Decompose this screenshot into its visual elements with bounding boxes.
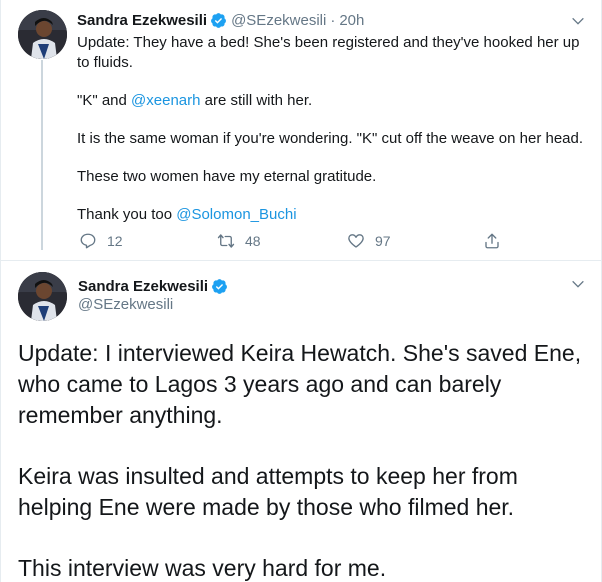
tweet-line: Update: They have a bed! She's been regi… — [77, 34, 580, 71]
author-handle[interactable]: @SEzekwesili — [78, 296, 173, 313]
mention-link[interactable]: @Solomon_Buchi — [176, 206, 296, 223]
separator-dot: · — [330, 11, 336, 29]
tweet-header: Sandra Ezekwesili — [78, 276, 228, 296]
like-icon — [347, 232, 365, 250]
thread-connector-line — [41, 60, 43, 250]
share-icon — [483, 232, 501, 250]
tweet-line: It is the same woman if you're wondering… — [77, 130, 584, 147]
tweet-line: "K" and @xeenarh are still with her. — [77, 91, 592, 111]
text-segment: are still with her. — [200, 92, 313, 109]
tweet-line: Thank you too @Solomon_Buchi — [77, 205, 592, 225]
reply-button[interactable]: 12 — [79, 231, 123, 251]
tweet-thread: Sandra Ezekwesili @SEzekwesili · 20h Upd… — [0, 0, 602, 582]
text-segment: Thank you too — [77, 206, 177, 223]
text-segment: "K" and — [77, 92, 132, 109]
verified-badge-icon — [211, 278, 228, 295]
author-handle[interactable]: @SEzekwesili — [231, 12, 326, 29]
like-button[interactable]: 97 — [347, 231, 391, 251]
tweet-text: Update: They have a bed! She's been regi… — [77, 33, 592, 225]
tweet-text: Update: I interviewed Keira Hewatch. She… — [18, 338, 588, 582]
avatar[interactable] — [18, 272, 67, 321]
verified-badge-icon — [210, 12, 227, 29]
reply-count: 12 — [107, 233, 123, 249]
reply-icon — [79, 232, 97, 250]
retweet-button[interactable]: 48 — [217, 231, 261, 251]
retweet-icon — [217, 232, 235, 250]
author-name[interactable]: Sandra Ezekwesili — [78, 278, 208, 295]
like-count: 97 — [375, 233, 391, 249]
tweet-line: These two women have my eternal gratitud… — [77, 168, 377, 185]
share-button[interactable] — [483, 231, 501, 251]
author-name[interactable]: Sandra Ezekwesili — [77, 12, 207, 29]
tweet-paragraph: This interview was very hard for me. — [18, 555, 387, 581]
retweet-count: 48 — [245, 233, 261, 249]
tweet-header: Sandra Ezekwesili @SEzekwesili · 20h — [77, 10, 364, 30]
tweet-actions: 12 48 97 — [77, 231, 517, 251]
tweet-divider — [1, 260, 602, 261]
tweet-paragraph: Keira was insulted and attempts to keep … — [18, 463, 518, 520]
chevron-down-icon[interactable] — [570, 276, 586, 292]
mention-link[interactable]: @xeenarh — [131, 92, 200, 109]
chevron-down-icon[interactable] — [570, 13, 586, 29]
tweet-paragraph: Update: I interviewed Keira Hewatch. She… — [18, 340, 582, 428]
avatar[interactable] — [18, 10, 67, 59]
timestamp[interactable]: 20h — [339, 12, 364, 29]
